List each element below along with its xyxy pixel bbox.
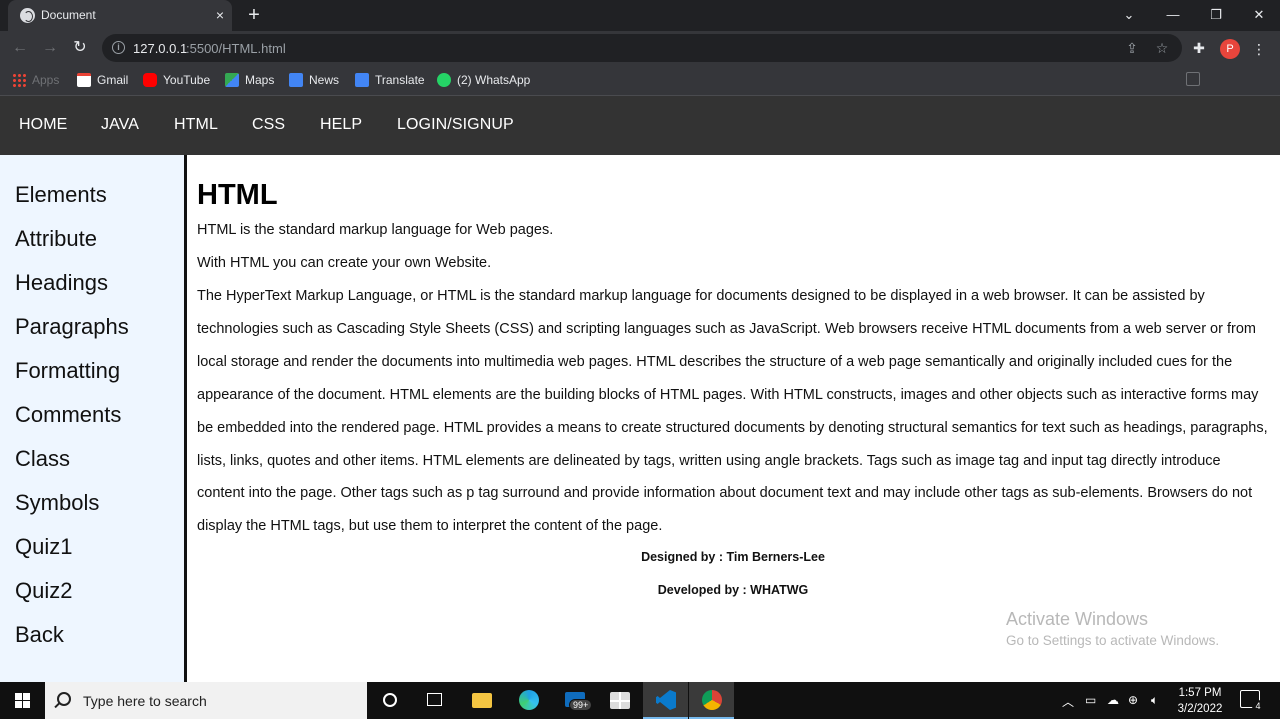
search-placeholder: Type here to search [83,693,207,709]
chrome-menu-icon[interactable]: ⋮ [1252,39,1266,59]
start-button[interactable] [0,682,45,719]
taskbar-clock[interactable]: 1:57 PM 3/2/2022 [1170,685,1230,717]
store-button[interactable] [597,682,642,719]
bookmark-news[interactable]: News [289,71,339,89]
extensions-puzzle-icon[interactable]: ✚ [1190,39,1208,57]
apps-grid-icon [12,73,26,87]
news-icon [289,73,303,87]
file-explorer-button[interactable] [459,682,504,719]
globe-icon [20,8,35,23]
reload-button[interactable]: ↻ [70,38,90,58]
profile-avatar[interactable]: P [1220,39,1240,59]
sidenav-comments[interactable]: Comments [15,402,121,428]
youtube-icon [143,73,157,87]
bookmark-translate[interactable]: Translate [355,71,425,89]
close-window-button[interactable]: ✕ [1237,0,1280,31]
topnav-html[interactable]: HTML [174,116,218,134]
sidenav-quiz1[interactable]: Quiz1 [15,534,72,560]
bookmark-gmail[interactable]: Gmail [77,71,128,89]
tab-title: Document [41,8,96,22]
topnav-home[interactable]: HOME [19,116,67,134]
developed-by: Developed by : WHATWG [657,583,809,597]
page-title: HTML [197,179,278,211]
share-icon[interactable]: ⇪ [1124,40,1140,56]
forward-button[interactable]: → [40,38,60,58]
back-button[interactable]: ← [10,38,30,58]
battery-icon[interactable]: ▭ [1085,693,1096,707]
file-explorer-icon [472,693,492,708]
web-page: HOME JAVA HTML CSS HELP LOGIN/SIGNUP Ele… [0,96,1280,682]
notification-count: 4 [1252,700,1264,712]
topnav-help[interactable]: HELP [320,116,362,134]
edge-icon [519,690,539,710]
sidenav-formatting[interactable]: Formatting [15,358,120,384]
sidenav-quiz2[interactable]: Quiz2 [15,578,72,604]
tab-close-button[interactable]: × [216,6,224,24]
bookmark-apps[interactable]: Apps [12,71,59,89]
chrome-icon [702,690,722,710]
maps-icon [225,73,239,87]
bookmark-youtube[interactable]: YouTube [143,71,210,89]
volume-icon[interactable]: 🔈︎ [1151,693,1158,708]
bookmark-star-icon[interactable]: ☆ [1154,40,1170,56]
clock-time: 1:57 PM [1178,687,1222,699]
windows-taskbar: Type here to search 99+ ︿ ▭ ☁ ⊕ 🔈︎ 1:57 … [0,682,1280,719]
vscode-icon [656,690,676,710]
chrome-button[interactable] [689,682,734,719]
cortana-button[interactable] [367,682,412,719]
show-hidden-icons-chevron-icon[interactable]: ︿ [1062,693,1074,710]
task-view-icon [427,693,442,706]
sidenav-symbols[interactable]: Symbols [15,490,99,516]
minimize-button[interactable]: — [1151,0,1195,31]
mail-badge: 99+ [569,699,593,711]
activate-windows-subtitle: Go to Settings to activate Windows. [1006,633,1220,648]
intro-paragraph-2: With HTML you can create your own Websit… [197,255,492,271]
url-host: 127.0.0.1 [133,41,188,56]
browser-tab[interactable]: Document × [8,0,232,31]
designed-by: Designed by : Tim Berners-Lee [641,550,825,564]
onedrive-icon[interactable]: ☁ [1107,693,1119,707]
cortana-icon [383,693,397,707]
activate-windows-title: Activate Windows [1006,609,1149,629]
whatsapp-icon [437,73,451,87]
address-bar[interactable]: i 127.0.0.1 :5500/HTML.html ⇪ ☆ [102,34,1182,62]
browser-toolbar: ← → ↻ i 127.0.0.1 :5500/HTML.html ⇪ ☆ [0,31,1280,65]
restore-button[interactable]: ❐ [1194,0,1238,31]
new-tab-button[interactable]: + [244,4,264,26]
bookmark-maps[interactable]: Maps [225,71,274,89]
gmail-icon [77,73,91,87]
network-globe-icon[interactable]: ⊕ [1128,693,1138,707]
sidenav-paragraphs[interactable]: Paragraphs [15,314,129,340]
task-view-button[interactable] [412,682,457,719]
windows-logo-icon [15,693,30,708]
store-icon [610,692,630,709]
side-navigation: Elements Attribute Headings Paragraphs F… [0,155,187,682]
body-paragraph: The HyperText Markup Language, or HTML i… [197,288,1268,535]
taskbar-search[interactable]: Type here to search [45,682,367,719]
intro-paragraph-1: HTML is the standard markup language for… [197,222,554,238]
browser-tab-strip: Document × + ⌄ — ❐ ✕ [0,0,1280,31]
sidenav-attribute[interactable]: Attribute [15,226,97,252]
edge-button[interactable] [506,682,551,719]
sidenav-class[interactable]: Class [15,446,70,472]
mail-button[interactable]: 99+ [552,682,597,719]
sidenav-elements[interactable]: Elements [15,182,107,208]
translate-icon [355,73,369,87]
search-icon [57,692,71,706]
site-info-icon[interactable]: i [112,41,125,54]
sidenav-headings[interactable]: Headings [15,270,108,296]
top-navigation: HOME JAVA HTML CSS HELP LOGIN/SIGNUP [0,96,1280,155]
url-path: :5500/HTML.html [186,41,286,56]
tab-search-dropdown-icon[interactable]: ⌄ [1107,0,1151,31]
topnav-login-signup[interactable]: LOGIN/SIGNUP [397,116,514,134]
vscode-button[interactable] [643,682,688,719]
clock-date: 3/2/2022 [1177,703,1223,715]
bookmark-whatsapp[interactable]: (2) WhatsApp [437,71,530,89]
sidenav-back[interactable]: Back [15,622,64,648]
reading-list-icon[interactable] [1186,72,1200,86]
topnav-css[interactable]: CSS [252,116,285,134]
bookmarks-bar: Apps Gmail YouTube Maps News Translate (… [0,65,1280,96]
topnav-java[interactable]: JAVA [101,116,139,134]
